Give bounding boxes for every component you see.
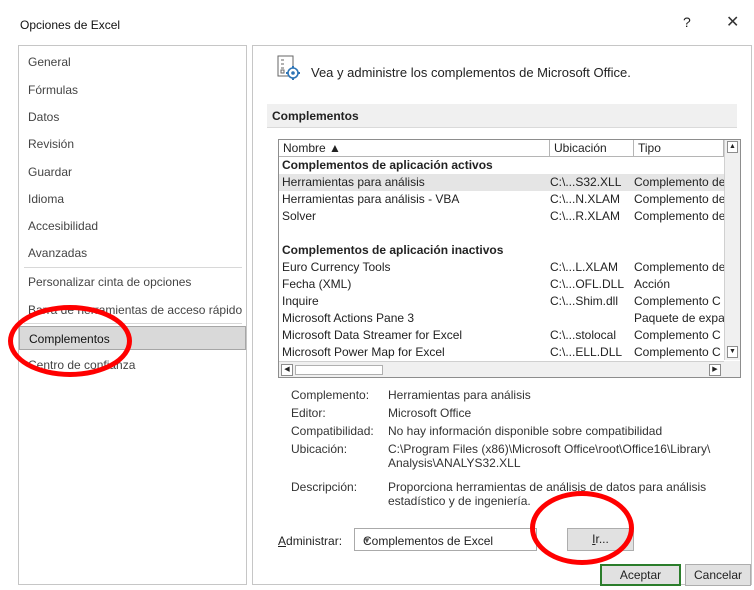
scroll-down-icon[interactable]: ▼ (727, 346, 738, 358)
sidebar-item-formulas[interactable]: Fórmulas (19, 78, 246, 102)
scroll-left-icon[interactable]: ◀ (281, 364, 293, 376)
vertical-scrollbar[interactable]: ▲ ▼ (724, 140, 740, 360)
title-bar: Opciones de Excel ? ✕ (0, 0, 754, 40)
cancel-button[interactable]: Cancelar (685, 564, 751, 586)
detail-label-editor: Editor: (291, 406, 326, 420)
go-button[interactable]: Ir... (567, 528, 634, 551)
panel-description: Vea y administre los complementos de Mic… (311, 65, 631, 80)
table-group-row: Complementos de aplicación activos (282, 158, 493, 172)
addins-gear-icon (277, 55, 300, 80)
detail-value-editor: Microsoft Office (388, 406, 472, 420)
sidebar-item-save[interactable]: Guardar (19, 160, 246, 184)
table-row[interactable]: Microsoft Data Streamer for Excel C:\...… (279, 327, 724, 344)
chevron-down-icon: ▼ (363, 536, 371, 545)
table-row[interactable]: Fecha (XML) C:\...OFL.DLL Acción (279, 276, 724, 293)
section-title: Complementos (272, 109, 359, 123)
sidebar-item-addins[interactable]: Complementos (19, 326, 246, 350)
detail-label-description: Descripción: (291, 480, 358, 494)
table-row[interactable]: Herramientas para análisis - VBA C:\...N… (279, 191, 724, 208)
sidebar-divider (24, 267, 242, 268)
section-header: Complementos (267, 104, 737, 128)
options-sidebar: General Fórmulas Datos Revisión Guardar … (18, 45, 247, 585)
sidebar-item-trust-center[interactable]: Centro de confianza (19, 353, 246, 377)
detail-value-compat: No hay información disponible sobre comp… (388, 424, 663, 438)
horizontal-scrollbar[interactable]: ◀ ▶ (279, 361, 724, 377)
ok-button[interactable]: Aceptar (600, 564, 681, 586)
scroll-up-icon[interactable]: ▲ (727, 141, 738, 153)
sidebar-item-accessibility[interactable]: Accesibilidad (19, 214, 246, 238)
column-header-location[interactable]: Ubicación (550, 140, 634, 157)
sidebar-item-data[interactable]: Datos (19, 105, 246, 129)
sidebar-item-general[interactable]: General (19, 50, 246, 74)
column-header-type[interactable]: Tipo (634, 140, 724, 157)
detail-value-addin: Herramientas para análisis (388, 388, 531, 402)
table-row[interactable]: Solver C:\...R.XLAM Complemento de (279, 208, 724, 225)
sidebar-item-quick-access-toolbar[interactable]: Barra de herramientas de acceso rápido (19, 298, 246, 322)
table-row[interactable]: Inquire C:\...Shim.dll Complemento C (279, 293, 724, 310)
sidebar-item-language[interactable]: Idioma (19, 187, 246, 211)
window-title: Opciones de Excel (20, 18, 121, 32)
detail-label-location: Ubicación: (291, 442, 348, 456)
sidebar-item-review[interactable]: Revisión (19, 132, 246, 156)
scroll-corner (724, 361, 740, 377)
table-row[interactable]: Euro Currency Tools C:\...L.XLAM Complem… (279, 259, 724, 276)
table-group-row: Complementos de aplicación inactivos (282, 243, 504, 257)
detail-label-addin: Complemento: (291, 388, 370, 402)
detail-value-location-2: Analysis\ANALYS32.XLL (388, 456, 521, 470)
table-row[interactable]: Herramientas para análisis C:\...S32.XLL… (279, 174, 724, 191)
table-row[interactable]: Microsoft Actions Pane 3 Paquete de expa… (279, 310, 724, 327)
table-row[interactable]: Microsoft Power Map for Excel C:\...ELL.… (279, 344, 724, 361)
manage-label: Administrar: (278, 534, 343, 548)
detail-value-location-1: C:\Program Files (x86)\Microsoft Office\… (388, 442, 711, 456)
addins-panel: Vea y administre los complementos de Mic… (252, 45, 752, 585)
sidebar-item-advanced[interactable]: Avanzadas (19, 241, 246, 265)
sidebar-item-customize-ribbon[interactable]: Personalizar cinta de opciones (19, 270, 246, 294)
scroll-right-icon[interactable]: ▶ (709, 364, 721, 376)
close-icon[interactable]: ✕ (726, 12, 739, 32)
help-icon[interactable]: ? (683, 14, 691, 30)
addins-table[interactable]: Nombre ▲ Ubicación Tipo Complementos de … (278, 139, 741, 378)
detail-value-description-2: estadístico y de ingeniería. (388, 494, 531, 508)
horizontal-scroll-thumb[interactable] (295, 365, 383, 375)
manage-dropdown[interactable]: Complementos de Excel ▼ (354, 528, 537, 551)
column-header-name[interactable]: Nombre ▲ (279, 140, 550, 157)
detail-label-compat: Compatibilidad: (291, 424, 374, 438)
sidebar-divider (24, 323, 242, 324)
detail-value-description-1: Proporciona herramientas de análisis de … (388, 480, 707, 494)
